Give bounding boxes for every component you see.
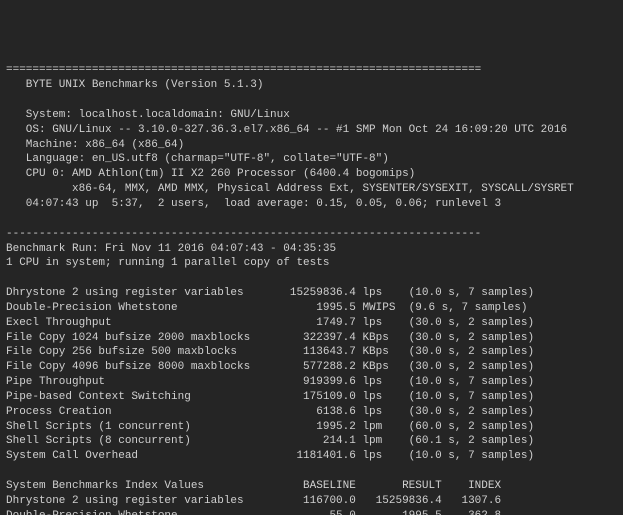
- cpu-line-2: x86-64, MMX, AMD MMX, Physical Address E…: [6, 183, 574, 195]
- dash-line: ----------------------------------------…: [6, 228, 481, 240]
- system-line: System: localhost.localdomain: GNU/Linux: [6, 109, 290, 121]
- language-line: Language: en_US.utf8 (charmap="UTF-8", c…: [6, 153, 389, 165]
- uptime-line: 04:07:43 up 5:37, 2 users, load average:…: [6, 198, 501, 210]
- title-line: BYTE UNIX Benchmarks (Version 5.1.3): [6, 79, 263, 91]
- sep-line: ========================================…: [6, 64, 481, 76]
- machine-line: Machine: x86_64 (x86_64): [6, 139, 184, 151]
- index-block: System Benchmarks Index Values BASELINE …: [6, 480, 501, 515]
- os-line: OS: GNU/Linux -- 3.10.0-327.36.3.el7.x86…: [6, 124, 567, 136]
- cpu-line: CPU 0: AMD Athlon(tm) II X2 260 Processo…: [6, 168, 415, 180]
- run-cpus: 1 CPU in system; running 1 parallel copy…: [6, 257, 329, 269]
- results-block: Dhrystone 2 using register variables 152…: [6, 287, 534, 462]
- run-title: Benchmark Run: Fri Nov 11 2016 04:07:43 …: [6, 243, 336, 255]
- terminal-output: ========================================…: [0, 59, 623, 515]
